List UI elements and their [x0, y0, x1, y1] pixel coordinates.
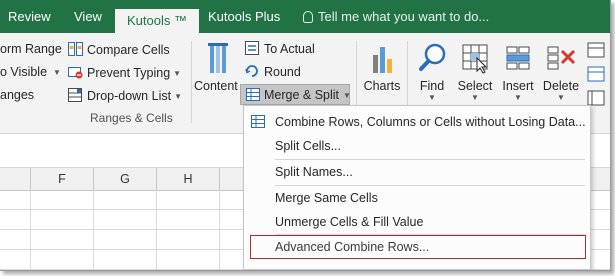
highlight-box	[250, 235, 586, 259]
chevron-down-icon: ▼	[53, 68, 61, 77]
menu-item-label: Split Names...	[275, 165, 353, 179]
menu-item-merge-same-cells[interactable]: Merge Same Cells	[244, 186, 590, 210]
chevron-down-icon: ▼	[471, 93, 479, 102]
merge-split-label: Merge & Split	[264, 88, 340, 102]
charts-label: Charts	[363, 79, 401, 93]
grid-line	[30, 190, 31, 270]
ribbon-separator	[191, 41, 192, 123]
charts-button[interactable]: Charts	[362, 41, 402, 93]
ribbon-item-label: Prevent Typing	[87, 66, 171, 80]
to-actual-button[interactable]: To Actual	[245, 41, 315, 56]
charts-icon	[365, 41, 399, 75]
select-icon	[458, 41, 492, 75]
content-icon	[200, 41, 234, 75]
grid-line	[93, 190, 94, 270]
menu-item-split-names[interactable]: Split Names...	[244, 160, 590, 184]
find-label: Find ▼	[413, 79, 451, 102]
lightbulb-icon	[303, 11, 313, 23]
dropdown-list-icon	[68, 88, 82, 102]
menu-item-label: Combine Rows, Columns or Cells without L…	[275, 115, 586, 129]
combine-icon	[251, 115, 265, 128]
group-label-ranges-cells: Ranges & Cells	[90, 111, 173, 125]
tab-kutools-plus[interactable]: Kutools Plus	[208, 0, 280, 33]
delete-label: Delete ▼	[540, 79, 582, 102]
column-header-partial[interactable]	[0, 168, 31, 190]
find-button[interactable]: Find ▼	[413, 41, 451, 102]
ribbon-item-compare-cells[interactable]: Compare Cells	[68, 42, 170, 57]
to-actual-label: To Actual	[264, 42, 315, 56]
ribbon-item-form-range[interactable]: orm Range	[0, 42, 62, 56]
insert-button[interactable]: Insert ▼	[498, 41, 538, 102]
chevron-down-icon: ▼	[557, 93, 565, 102]
grid-line	[219, 190, 220, 270]
content-label: Content▼	[194, 79, 249, 93]
tab-review[interactable]: Review	[8, 0, 51, 33]
prevent-typing-icon	[68, 67, 83, 79]
chevron-down-icon: ▼	[174, 92, 182, 101]
ribbon-item-prevent-typing[interactable]: Prevent Typing ▼	[68, 65, 181, 80]
column-header-f[interactable]: F	[31, 168, 94, 190]
tab-view[interactable]: View	[74, 0, 102, 33]
round-button[interactable]: Round	[245, 64, 301, 79]
excel-window: Review View Kutools ™ Kutools Plus Tell …	[0, 0, 611, 271]
column-header-g[interactable]: G	[94, 168, 157, 190]
chevron-down-icon: ▼	[514, 93, 522, 102]
magnifier-icon	[415, 41, 449, 75]
ribbon-item-ranges[interactable]: anges	[0, 88, 34, 102]
merge-split-button[interactable]: Merge & Split ▼	[240, 84, 351, 105]
select-button[interactable]: Select ▼	[455, 41, 495, 102]
merge-split-menu: Combine Rows, Columns or Cells without L…	[243, 105, 591, 270]
chevron-down-icon: ▼	[173, 69, 182, 78]
ribbon-item-to-visible[interactable]: o Visible ▼	[0, 65, 61, 79]
merge-split-icon	[246, 88, 260, 101]
column-header-h[interactable]: H	[157, 168, 220, 190]
tell-me-text: Tell me what you want to do...	[318, 9, 490, 24]
menu-item-label: Merge Same Cells	[275, 191, 378, 205]
round-label: Round	[264, 65, 301, 79]
compare-cells-icon	[68, 42, 83, 56]
ribbon-item-dropdown-list[interactable]: Drop-down List ▼	[68, 88, 182, 103]
more-tools-icon[interactable]	[586, 41, 608, 111]
grid-line	[156, 190, 157, 270]
menu-item-combine[interactable]: Combine Rows, Columns or Cells without L…	[244, 110, 590, 134]
delete-icon	[544, 41, 578, 75]
ribbon-tab-bar: Review View Kutools ™ Kutools Plus Tell …	[0, 0, 610, 33]
ribbon-item-label: Drop-down List	[87, 89, 172, 103]
insert-icon	[501, 41, 535, 75]
ribbon-item-label: o Visible	[0, 65, 48, 79]
content-button[interactable]: Content▼	[194, 41, 249, 93]
to-actual-icon	[245, 41, 259, 55]
delete-button[interactable]: Delete ▼	[540, 41, 582, 102]
tab-kutools[interactable]: Kutools ™	[115, 9, 199, 33]
menu-item-split-cells[interactable]: Split Cells...	[244, 134, 590, 158]
ribbon-item-label: Compare Cells	[87, 43, 170, 57]
menu-item-label: Split Cells...	[275, 139, 341, 153]
tell-me-search[interactable]: Tell me what you want to do...	[303, 0, 489, 33]
round-icon	[245, 65, 258, 77]
select-label: Select ▼	[455, 79, 495, 102]
menu-item-label: Unmerge Cells & Fill Value	[275, 215, 424, 229]
chevron-down-icon: ▼	[428, 93, 436, 102]
chevron-down-icon: ▼	[343, 91, 351, 100]
menu-item-unmerge-fill[interactable]: Unmerge Cells & Fill Value	[244, 210, 590, 234]
insert-label: Insert ▼	[498, 79, 538, 102]
